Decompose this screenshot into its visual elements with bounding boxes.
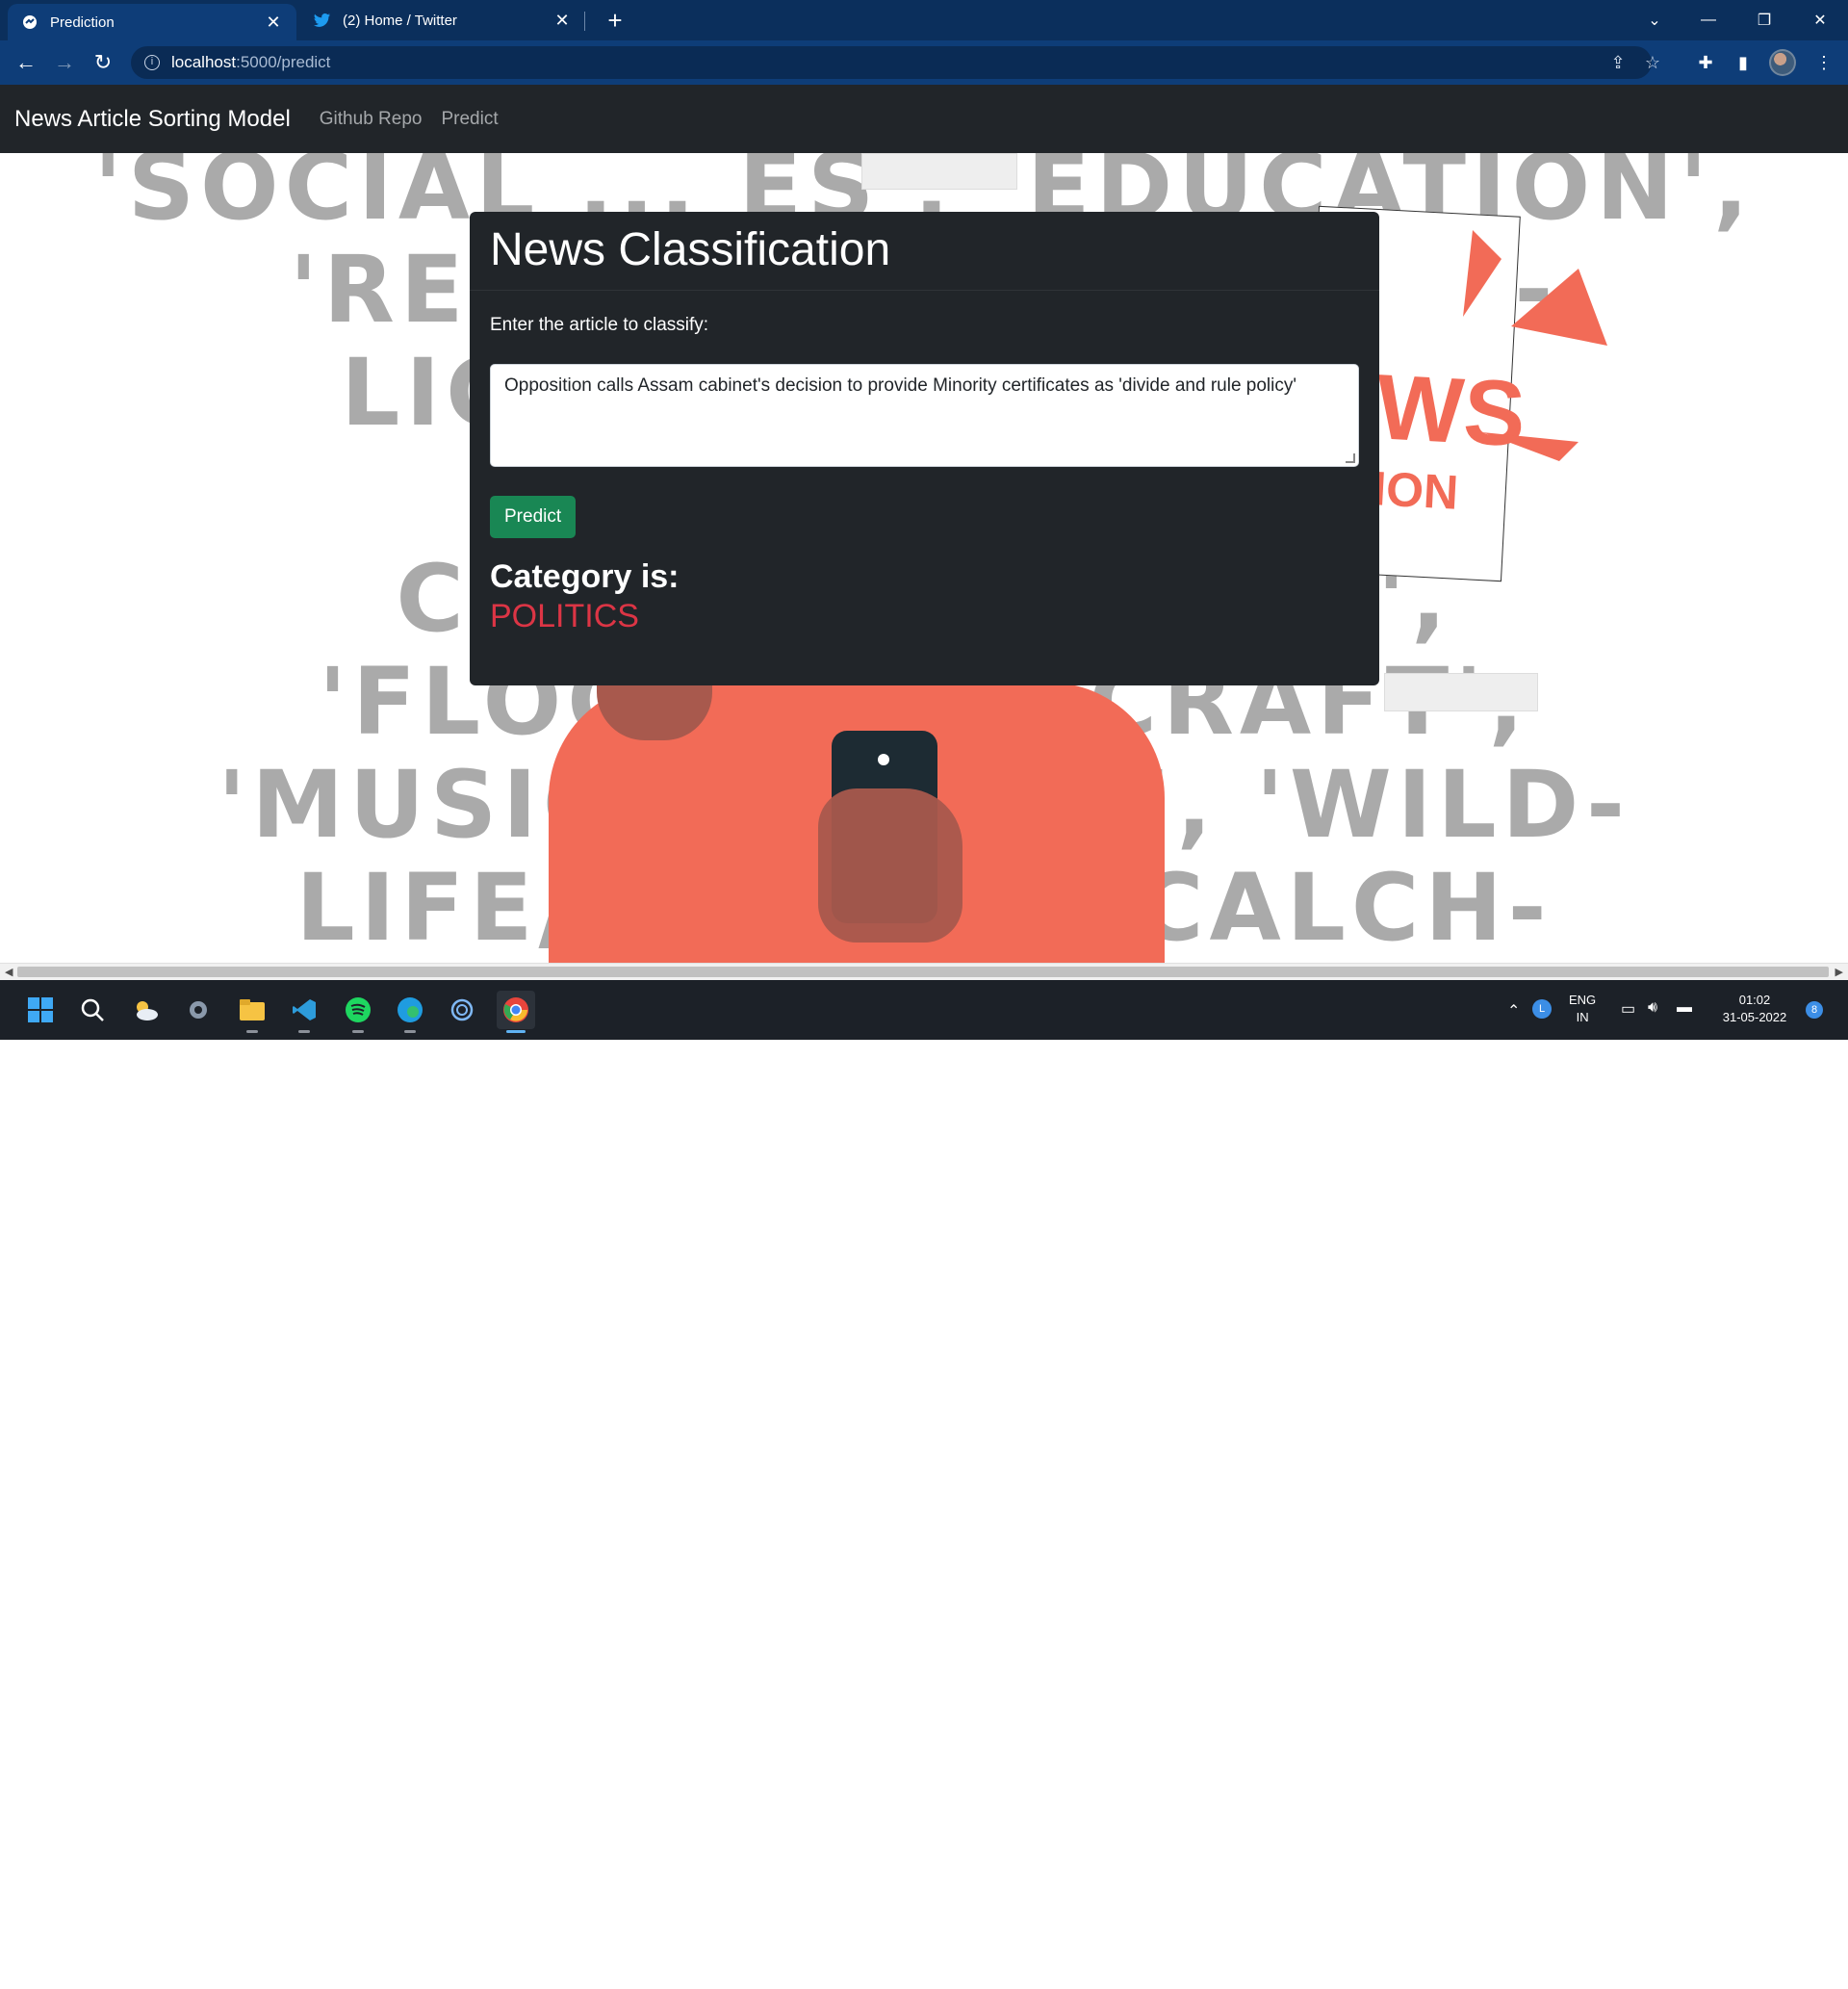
- windows-taskbar: 28° ⌃ L ENG IN ▭ 🔊︎ ▬ 01:02 31-05-2022: [0, 980, 1848, 1987]
- battery-icon[interactable]: ▬: [1677, 999, 1692, 1017]
- tab-search-icon[interactable]: ⌄: [1627, 0, 1682, 40]
- hand-illustration: [818, 788, 962, 943]
- resize-handle-icon[interactable]: [1346, 453, 1355, 463]
- settings-icon[interactable]: [179, 991, 218, 1029]
- notification-badge[interactable]: 8: [1806, 1001, 1823, 1019]
- browser-tab-strip: Prediction ✕ (2) Home / Twitter ✕ + ⌄ — …: [0, 0, 1848, 40]
- article-textarea[interactable]: Opposition calls Assam cabinet's decisio…: [490, 364, 1359, 467]
- forward-button[interactable]: →: [50, 48, 79, 77]
- phone-camera: [878, 754, 889, 765]
- running-indicator: [506, 1030, 526, 1033]
- chrome-icon[interactable]: [497, 991, 535, 1033]
- browser-toolbar: ← → ↻ i localhost:5000/predict ⇪ ☆ ✚ ▮ ⋮: [0, 40, 1848, 85]
- clock[interactable]: 01:02 31-05-2022: [1713, 992, 1796, 1026]
- decorative-box: [861, 153, 1017, 190]
- card-title: News Classification: [490, 224, 891, 275]
- running-indicator: [404, 1030, 416, 1033]
- clock-date: 31-05-2022: [1722, 1010, 1787, 1024]
- start-icon[interactable]: [21, 991, 60, 1029]
- chevron-up-icon[interactable]: ⌃: [1507, 1001, 1520, 1020]
- share-icon[interactable]: ⇪: [1604, 46, 1632, 79]
- back-button[interactable]: ←: [12, 48, 40, 77]
- volume-icon[interactable]: 🔊︎: [1648, 999, 1657, 1017]
- clock-time: 01:02: [1738, 993, 1771, 1007]
- close-tab-icon[interactable]: ✕: [552, 11, 572, 30]
- url-path: :5000/predict: [236, 53, 331, 71]
- article-input-label: Enter the article to classify:: [490, 315, 709, 335]
- decorative-box: [1384, 673, 1538, 711]
- scroll-right-icon[interactable]: ▶: [1835, 966, 1843, 978]
- card-body: Enter the article to classify: Oppositio…: [470, 315, 1379, 635]
- close-tab-icon[interactable]: ✕: [264, 13, 283, 32]
- address-bar[interactable]: i localhost:5000/predict ⇪ ☆: [131, 46, 1660, 79]
- url-text: localhost:5000/predict: [171, 53, 330, 72]
- tab-separator: [584, 12, 585, 31]
- twitter-icon: [314, 12, 331, 29]
- tab-twitter[interactable]: (2) Home / Twitter ✕: [300, 0, 585, 40]
- category-result: POLITICS: [490, 598, 639, 634]
- profile-avatar[interactable]: [1769, 49, 1796, 76]
- minimize-button[interactable]: —: [1681, 0, 1736, 40]
- clock-app-icon[interactable]: L: [1532, 999, 1552, 1019]
- nav-link-github[interactable]: Github Repo: [320, 109, 423, 130]
- tab-title: Prediction: [50, 13, 115, 31]
- predict-button[interactable]: Predict: [490, 496, 577, 538]
- language-code: ENG: [1569, 993, 1597, 1007]
- horizontal-scrollbar[interactable]: ◀ ▶: [0, 963, 1848, 980]
- search-icon[interactable]: [73, 991, 112, 1029]
- bookmark-star-icon[interactable]: ☆: [1638, 46, 1667, 79]
- running-indicator: [246, 1030, 258, 1033]
- url-host: localhost: [171, 53, 237, 71]
- network-icon[interactable]: ▭: [1621, 999, 1635, 1019]
- running-indicator: [298, 1030, 310, 1033]
- cortana-icon[interactable]: [443, 991, 481, 1029]
- card-header: News Classification: [470, 212, 1379, 291]
- poster-rays: [1463, 230, 1607, 461]
- vscode-icon[interactable]: [285, 991, 323, 1033]
- language-label[interactable]: ENG IN: [1569, 992, 1596, 1026]
- tab-title: (2) Home / Twitter: [343, 12, 457, 29]
- side-panel-icon[interactable]: ▮: [1729, 48, 1758, 77]
- article-text: Opposition calls Assam cabinet's decisio…: [504, 375, 1296, 396]
- site-info-icon[interactable]: i: [144, 55, 160, 70]
- nav-link-predict[interactable]: Predict: [441, 109, 498, 130]
- restore-button[interactable]: ❐: [1736, 0, 1792, 40]
- reload-button[interactable]: ↻: [89, 48, 117, 77]
- news-classification-card: News Classification Enter the article to…: [470, 212, 1379, 685]
- file-explorer-icon[interactable]: [233, 991, 271, 1033]
- menu-icon[interactable]: ⋮: [1810, 48, 1838, 77]
- extensions-icon[interactable]: ✚: [1691, 48, 1720, 77]
- new-tab-button[interactable]: +: [601, 6, 629, 35]
- weather-temp: 28°: [144, 1974, 163, 1987]
- scroll-left-icon[interactable]: ◀: [5, 966, 13, 978]
- navbar-brand[interactable]: News Article Sorting Model: [14, 106, 291, 133]
- tab-prediction[interactable]: Prediction ✕: [8, 4, 296, 40]
- running-indicator: [352, 1030, 364, 1033]
- weather-icon[interactable]: [127, 991, 166, 1029]
- region-code: IN: [1576, 1010, 1589, 1024]
- globe-icon: [21, 13, 38, 31]
- site-navbar: News Article Sorting Model Github Repo P…: [0, 85, 1848, 153]
- category-label: Category is:: [490, 558, 680, 595]
- scrollbar-thumb[interactable]: [17, 967, 1829, 977]
- spotify-icon[interactable]: [339, 991, 377, 1033]
- close-window-button[interactable]: ✕: [1792, 0, 1848, 40]
- edge-icon[interactable]: [391, 991, 429, 1033]
